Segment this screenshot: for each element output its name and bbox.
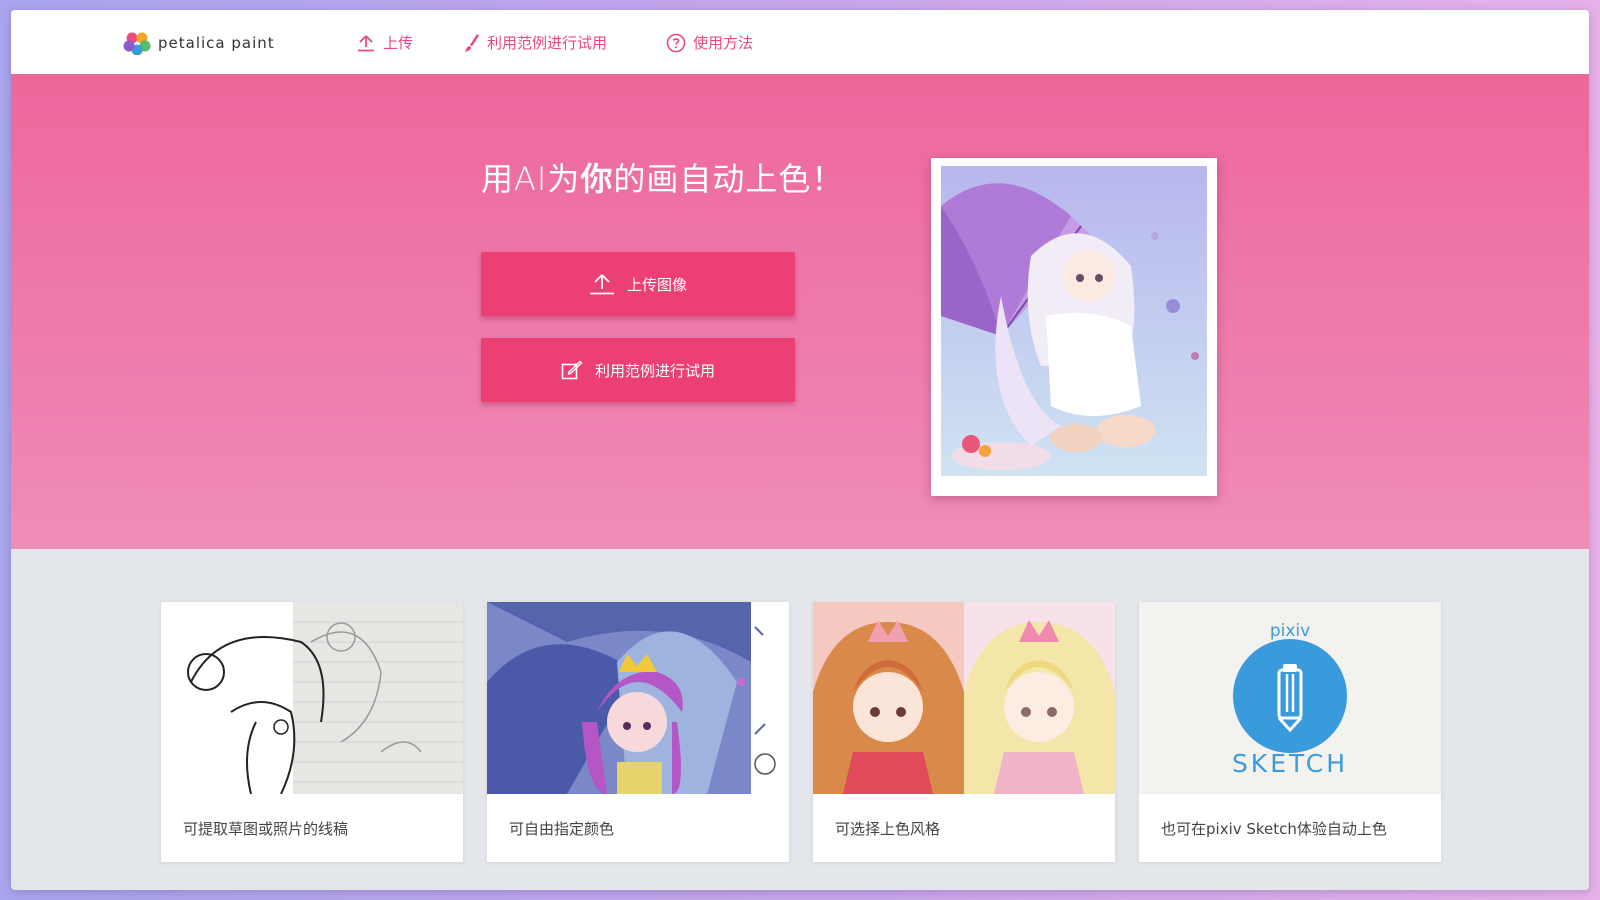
- help-circle-icon: [666, 33, 686, 52]
- brush-icon: [465, 33, 479, 52]
- feature-card-style[interactable]: 可选择上色风格: [813, 602, 1115, 862]
- feature-card-color[interactable]: 可自由指定颜色: [487, 602, 789, 862]
- app-logo[interactable]: petalica paint: [123, 31, 275, 55]
- upload-icon: [589, 274, 614, 295]
- hero-illustration-frame: [931, 158, 1217, 496]
- upload-icon: [358, 34, 374, 51]
- hero-title-suffix: 的画自动上色！: [613, 160, 845, 198]
- feature-label-style: 可选择上色风格: [835, 820, 941, 838]
- try-sample-label: 利用范例进行试用: [594, 361, 715, 380]
- try-sample-button[interactable]: 利用范例进行试用: [481, 338, 795, 402]
- feature-label-pixiv-sketch: 也可在pixiv Sketch体验自动上色: [1161, 820, 1387, 838]
- nav-how-to-use-label: 使用方法: [693, 34, 754, 52]
- nav-how-to-use[interactable]: 使用方法: [666, 32, 753, 53]
- browser-window: petalica paint 上传 利用范例进行试用 使用方法 用AI为你的画自…: [11, 10, 1589, 890]
- hero-title: 用AI为你的画自动上色！: [481, 154, 844, 200]
- edit-icon: [561, 360, 583, 380]
- nav-try-sample-label: 利用范例进行试用: [487, 34, 608, 52]
- logo-text: petalica paint: [158, 34, 275, 52]
- hero-section: 用AI为你的画自动上色！ 上传图像 利用范例进行试用: [11, 74, 1589, 549]
- feature-label-color: 可自由指定颜色: [509, 820, 615, 838]
- feature-card-pixiv-sketch[interactable]: pixiv SKETCH 也可在pixiv Sketch体验自动上色: [1139, 602, 1441, 862]
- hero-title-emphasis: 你: [580, 160, 614, 198]
- nav-upload-label: 上传: [383, 34, 414, 52]
- sketch-wordmark: SKETCH: [1232, 749, 1348, 778]
- feature-card-lineart[interactable]: 可提取草图或照片的线稿: [161, 602, 463, 862]
- petal-logo-icon: [123, 32, 151, 55]
- sketch-lineart-image: [161, 602, 463, 794]
- style-comparison-image: [813, 602, 1115, 794]
- hero-title-prefix: 用AI为: [481, 160, 581, 198]
- nav-upload[interactable]: 上传: [356, 32, 413, 53]
- pixiv-wordmark: pixiv: [1270, 621, 1310, 641]
- upload-image-button[interactable]: 上传图像: [481, 252, 795, 316]
- colored-girl-umbrella-image: [487, 602, 789, 794]
- top-nav-bar: petalica paint 上传 利用范例进行试用 使用方法: [11, 10, 1589, 74]
- feature-label-lineart: 可提取草图或照片的线稿: [183, 820, 349, 838]
- anime-girl-umbrella-illustration: [941, 166, 1207, 476]
- upload-image-label: 上传图像: [626, 275, 687, 294]
- pixiv-sketch-logo: pixiv SKETCH: [1139, 602, 1441, 794]
- nav-try-sample[interactable]: 利用范例进行试用: [464, 32, 607, 53]
